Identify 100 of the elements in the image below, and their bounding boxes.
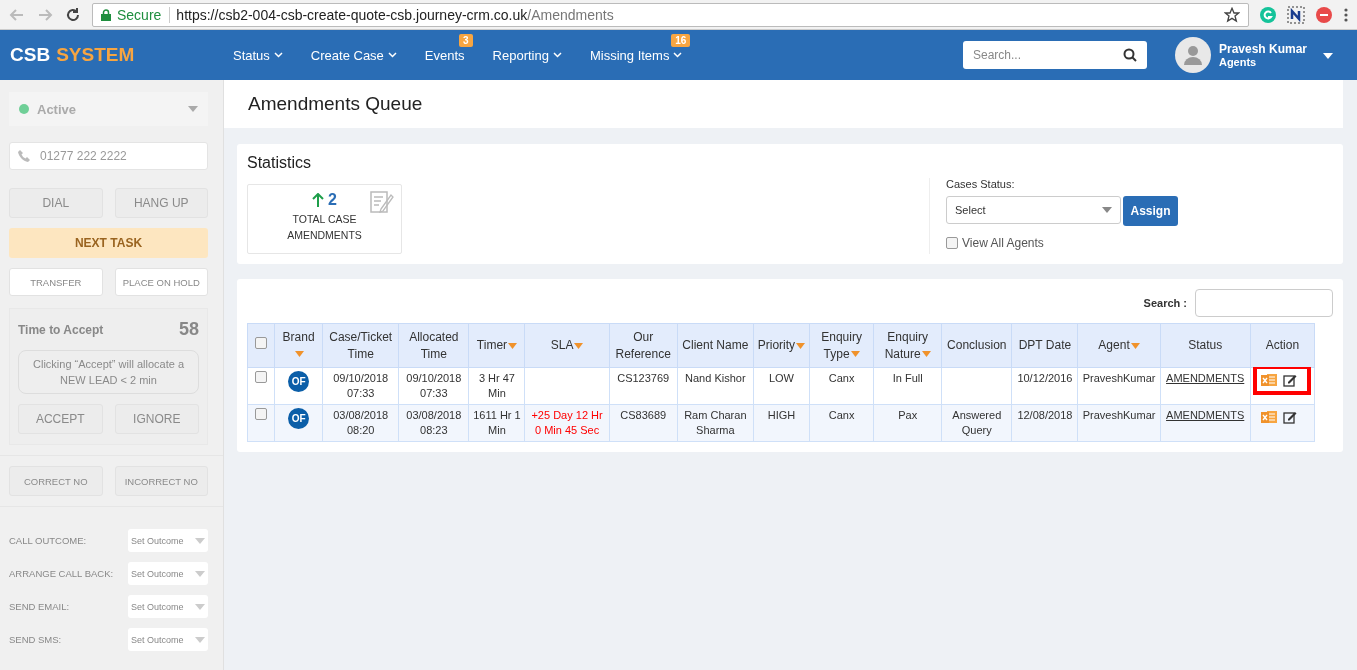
caret-icon <box>1323 53 1333 59</box>
outcome-dropdown[interactable]: Set Outcome <box>128 595 208 618</box>
table-cell: 03/08/2018 08:23 <box>398 404 469 442</box>
panel-title: Time to Accept <box>18 322 104 337</box>
caret-icon <box>188 106 198 112</box>
table-cell: LOW <box>753 367 810 405</box>
table-cell: 09/10/2018 07:33 <box>398 367 469 405</box>
table-cell: 03/08/2018 08:20 <box>322 404 399 442</box>
column-header: Allocated Time <box>398 323 469 368</box>
number-button[interactable]: CORRECT NO <box>9 466 103 496</box>
call-button[interactable]: HANG UP <box>114 188 208 218</box>
star-icon[interactable] <box>1224 6 1240 23</box>
edit-document-icon <box>369 189 395 215</box>
column-header: Status <box>1160 323 1251 368</box>
column-header[interactable]: Brand <box>274 323 323 368</box>
extension-icon[interactable] <box>1287 5 1305 24</box>
status-select[interactable]: Select <box>946 196 1121 224</box>
chevron-down-icon <box>273 52 283 58</box>
column-header[interactable]: Timer <box>468 323 525 368</box>
sort-icon <box>796 342 806 349</box>
page-title: Amendments Queue <box>248 93 423 115</box>
assign-button[interactable]: Assign <box>1123 196 1178 226</box>
outcome-dropdown[interactable]: Set Outcome <box>128 562 208 585</box>
accept-button[interactable]: IGNORE <box>114 404 199 434</box>
chevron-down-icon <box>552 52 562 58</box>
avatar-icon[interactable] <box>1174 37 1211 73</box>
lock-icon <box>101 8 111 21</box>
field-label: SEND EMAIL: <box>9 601 70 612</box>
table-cell: CS83689 <box>609 404 678 442</box>
sort-icon <box>508 342 518 349</box>
nav-menu-item[interactable]: Missing Items <box>579 47 693 63</box>
brand-badge: OF <box>288 371 310 392</box>
caret-icon <box>195 603 205 610</box>
call-button[interactable]: TRANSFER <box>9 268 103 296</box>
table-cell <box>941 367 1012 405</box>
column-header: Our Reference <box>609 323 678 368</box>
caret-icon <box>195 570 205 577</box>
table-cell: 12/08/2018 <box>1011 404 1078 442</box>
search-label: Search : <box>1143 297 1187 309</box>
reload-icon[interactable] <box>64 5 82 24</box>
checkbox[interactable] <box>946 237 958 249</box>
sort-icon <box>921 351 931 358</box>
excel-icon[interactable] <box>1261 372 1278 388</box>
table-cell: 10/12/2016 <box>1011 367 1078 405</box>
column-header[interactable]: SLA <box>525 323 610 368</box>
table-cell: Nand Kishor <box>677 367 754 405</box>
table-cell: 09/10/2018 07:33 <box>322 367 399 405</box>
accept-button[interactable]: ACCEPT <box>18 404 103 434</box>
nav-menu-item[interactable]: Create Case <box>300 47 407 63</box>
checkbox[interactable] <box>255 371 267 383</box>
checkbox[interactable] <box>255 408 267 420</box>
column-header: Action <box>1250 323 1315 368</box>
phone-field[interactable]: 01277 222 2222 <box>9 142 208 170</box>
arrow-up-icon <box>312 193 325 207</box>
table-cell: 3 Hr 47 Min <box>468 367 525 405</box>
outcome-dropdown[interactable]: Set Outcome <box>128 628 208 651</box>
number-button[interactable]: INCORRECT NO <box>114 466 208 496</box>
count-badge: 3 <box>459 33 473 47</box>
notice: Clicking “Accept” will allocate a NEW LEAD < 2 min <box>18 350 199 394</box>
nav-menu-item[interactable]: Reporting <box>482 47 572 63</box>
user-name: Pravesh Kumar <box>1218 42 1307 56</box>
search-field[interactable] <box>1195 289 1333 317</box>
column-header: DPT Date <box>1011 323 1078 368</box>
search-icon[interactable] <box>1122 48 1137 62</box>
table-cell: Ram Charan Sharma <box>677 404 754 442</box>
edit-icon[interactable] <box>1283 373 1298 387</box>
next-task-button[interactable]: NEXT TASK <box>9 228 208 258</box>
brand-badge: OF <box>288 408 310 429</box>
checkbox-label: View All Agents <box>962 236 1044 250</box>
field-label: ARRANGE CALL BACK: <box>9 568 114 579</box>
count-badge: 16 <box>671 33 691 47</box>
edit-icon[interactable] <box>1283 410 1298 424</box>
chevron-down-icon <box>673 52 683 58</box>
chevron-down-icon <box>387 52 397 58</box>
stat-label: TOTAL CASE AMENDMENTS <box>286 212 363 243</box>
column-header[interactable]: Agent <box>1077 323 1161 368</box>
checkbox[interactable] <box>255 337 267 349</box>
outcome-dropdown[interactable]: Set Outcome <box>128 529 208 552</box>
column-header[interactable]: Enquiry Nature <box>873 323 942 368</box>
phone-icon <box>18 149 31 162</box>
table-cell: +25 Day 12 Hr 0 Min 45 Sec <box>525 404 610 442</box>
search-field[interactable]: Search... <box>962 41 1147 69</box>
sort-icon <box>574 342 584 349</box>
column-header[interactable]: Enquiry Type <box>809 323 874 368</box>
call-button[interactable]: DIAL <box>9 188 103 218</box>
column-header[interactable]: Priority <box>753 323 810 368</box>
excel-icon[interactable] <box>1261 409 1278 425</box>
call-button[interactable]: PLACE ON HOLD <box>114 268 208 296</box>
caret-icon <box>195 537 205 544</box>
table-cell: 1611 Hr 1 Min <box>468 404 525 442</box>
sort-icon <box>1130 342 1140 349</box>
extension-icon[interactable] <box>1315 5 1333 24</box>
stat-count: 2 <box>328 191 337 209</box>
field-label: Cases Status: <box>946 178 1016 190</box>
nav-menu-item[interactable]: Status <box>223 47 293 63</box>
address-bar[interactable]: Secure https://csb2-004-csb-create-quote-csb.journey-crm.co.uk/Amendments <box>92 2 1249 27</box>
caret-icon <box>1102 207 1112 213</box>
table-cell: PraveshKumar <box>1077 404 1161 442</box>
nav-menu-item[interactable]: Events <box>414 47 475 63</box>
table-cell: Canx <box>809 367 874 405</box>
